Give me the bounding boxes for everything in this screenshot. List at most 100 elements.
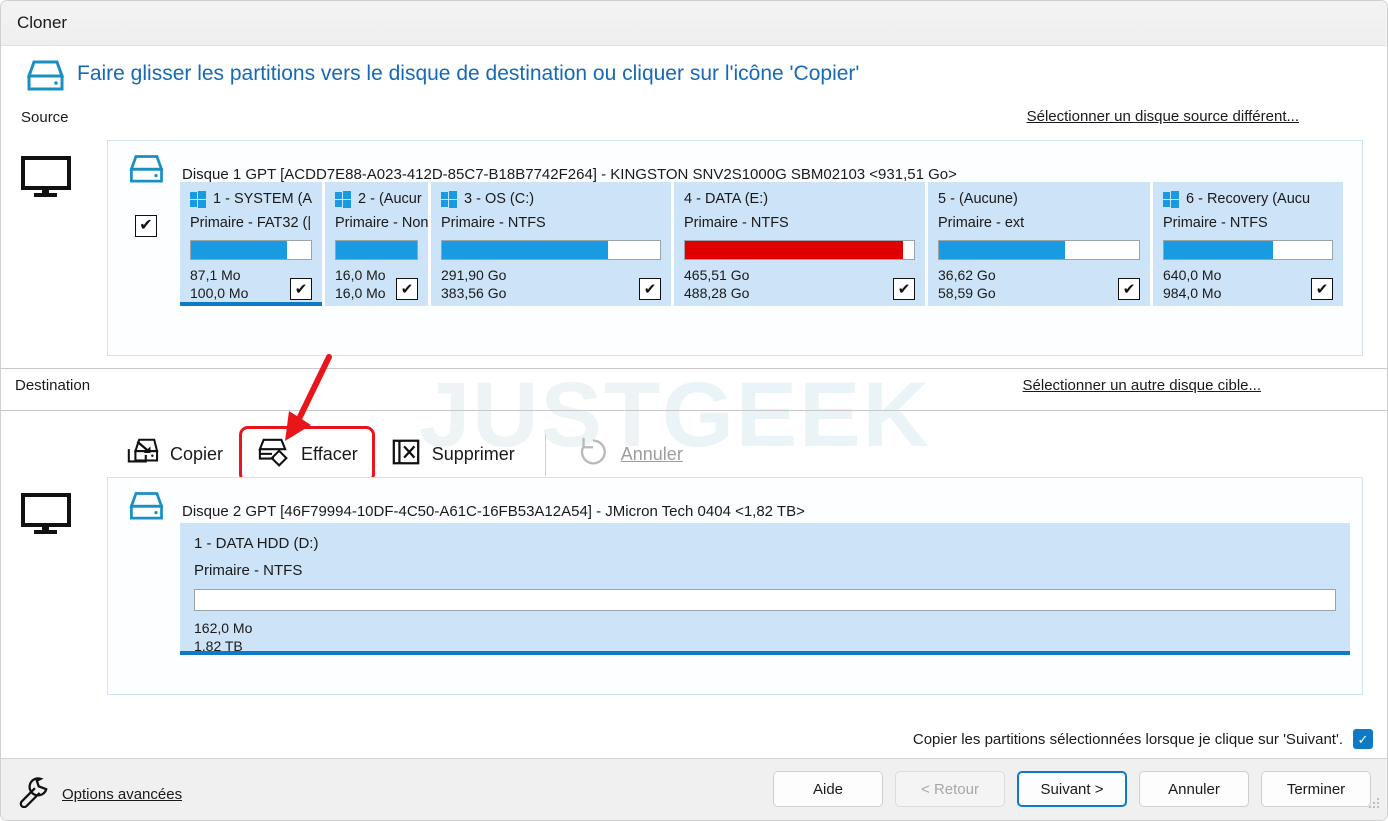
monitor-icon-source xyxy=(21,156,71,203)
resize-grip[interactable] xyxy=(1367,796,1381,815)
copy-on-next-checkbox[interactable]: ✓ xyxy=(1353,729,1373,749)
wrench-icon xyxy=(17,776,51,813)
monitor-icon-destination xyxy=(21,493,71,540)
partition-type: Primaire - FAT32 (| xyxy=(190,215,312,231)
disk-icon-destination xyxy=(124,488,168,535)
partition-type: Primaire - NTFS xyxy=(1163,215,1268,231)
footer-bar: Options avancées Aide < Retour Suivant >… xyxy=(1,758,1387,820)
source-disk-panel: Disque 1 GPT [ACDD7E88-A023-412D-85C7-B1… xyxy=(107,140,1363,356)
partition-item[interactable]: 1 - SYSTEM (A Primaire - FAT32 (| 87,1 M… xyxy=(180,182,322,306)
partition-name: 3 - OS (C:) xyxy=(464,191,535,207)
source-label: Source xyxy=(21,109,69,126)
checkmark-icon: ✔ xyxy=(294,280,308,298)
footer-button-row: Aide < Retour Suivant > Annuler Terminer xyxy=(773,771,1371,807)
partition-checkbox[interactable]: ✔ xyxy=(1311,278,1333,300)
partition-type: Primaire - NTFS xyxy=(441,215,546,231)
partition-checkbox[interactable]: ✔ xyxy=(396,278,418,300)
partition-footer: 291,90 Go 383,56 Go ✔ xyxy=(441,267,661,302)
partition-header: 5 - (Aucune) xyxy=(938,191,1140,207)
partition-footer: 87,1 Mo 100,0 Mo ✔ xyxy=(190,267,312,302)
partition-name: 6 - Recovery (Aucu xyxy=(1186,191,1311,207)
partition-checkbox[interactable]: ✔ xyxy=(290,278,312,300)
select-target-disk-link[interactable]: Sélectionner un autre disque cible... xyxy=(1023,377,1261,394)
destination-partition-used: 162,0 Mo xyxy=(194,620,253,636)
partition-header: 6 - Recovery (Aucu xyxy=(1163,191,1333,208)
partition-sizes: 87,1 Mo 100,0 Mo xyxy=(190,267,248,302)
copy-on-next-label: Copier les partitions sélectionnées lors… xyxy=(912,730,1343,748)
partition-checkbox[interactable]: ✔ xyxy=(639,278,661,300)
partition-footer: 16,0 Mo 16,0 Mo ✔ xyxy=(335,267,418,302)
partition-total: 383,56 Go xyxy=(441,284,507,301)
partition-checkbox[interactable]: ✔ xyxy=(893,278,915,300)
window-title: Cloner xyxy=(17,13,68,32)
partition-usage-bar xyxy=(190,240,312,260)
supprimer-button[interactable]: Supprimer xyxy=(375,427,531,482)
windows-logo-icon xyxy=(335,191,351,208)
destination-partition-item[interactable]: 1 - DATA HDD (D:) Primaire - NTFS 162,0 … xyxy=(180,523,1350,655)
select-source-disk-link[interactable]: Sélectionner un disque source différent.… xyxy=(1027,108,1299,125)
retour-button[interactable]: < Retour xyxy=(895,771,1005,807)
partition-header: 3 - OS (C:) xyxy=(441,191,661,208)
suivant-button[interactable]: Suivant > xyxy=(1017,771,1127,807)
terminer-button[interactable]: Terminer xyxy=(1261,771,1371,807)
toolbar-divider xyxy=(1,410,1387,411)
annuler-undo-label: Annuler xyxy=(620,444,683,464)
supprimer-label: Supprimer xyxy=(431,444,515,464)
source-disk-title: Disque 1 GPT [ACDD7E88-A023-412D-85C7-B1… xyxy=(182,166,957,183)
partition-usage-bar xyxy=(441,240,661,260)
destination-disk-panel: Disque 2 GPT [46F79994-10DF-4C50-A61C-16… xyxy=(107,477,1363,695)
checkmark-icon: ✔ xyxy=(897,280,911,298)
destination-partition-sizes: 162,0 Mo 1,82 TB xyxy=(194,619,1336,655)
partition-footer: 640,0 Mo 984,0 Mo ✔ xyxy=(1163,267,1333,302)
partition-header: 1 - SYSTEM (A xyxy=(190,191,312,208)
copier-button[interactable]: Copier xyxy=(109,426,239,483)
undo-arrow-icon xyxy=(576,435,610,474)
partition-sizes: 465,51 Go 488,28 Go xyxy=(684,267,749,302)
partition-item[interactable]: 5 - (Aucune) Primaire - ext 36,62 Go 58,… xyxy=(928,182,1150,306)
partition-used: 291,90 Go xyxy=(441,267,507,283)
advanced-options-label: Options avancées xyxy=(62,786,183,803)
aide-button[interactable]: Aide xyxy=(773,771,883,807)
partition-used: 640,0 Mo xyxy=(1163,267,1222,283)
partition-used: 465,51 Go xyxy=(684,267,750,283)
destination-partition-total: 1,82 TB xyxy=(194,638,243,655)
source-disk-checkbox[interactable]: ✔ xyxy=(135,215,157,237)
title-bar: Cloner xyxy=(1,1,1387,46)
partition-usage-bar xyxy=(335,240,418,260)
effacer-label: Effacer xyxy=(301,444,358,464)
partition-total: 488,28 Go xyxy=(684,284,750,301)
erase-disk-icon xyxy=(256,437,290,472)
annuler-undo-button[interactable]: Annuler xyxy=(560,425,699,484)
destination-usage-bar xyxy=(194,589,1336,611)
copy-disk-icon xyxy=(125,436,159,473)
partition-header: 2 - (Aucur xyxy=(335,191,422,208)
partition-toolbar: Copier Effacer Supprimer Annuler xyxy=(109,425,699,484)
cloner-window: Cloner Faire glisser les partitions vers… xyxy=(0,0,1388,821)
partition-sizes: 16,0 Mo 16,0 Mo xyxy=(335,267,386,302)
partition-usage-bar xyxy=(938,240,1140,260)
partition-type: Primaire - Non xyxy=(335,215,428,231)
partition-sizes: 640,0 Mo 984,0 Mo xyxy=(1163,267,1221,302)
partition-item[interactable]: 6 - Recovery (Aucu Primaire - NTFS 640,0… xyxy=(1153,182,1343,306)
disk-icon xyxy=(21,56,69,109)
source-partition-list: 1 - SYSTEM (A Primaire - FAT32 (| 87,1 M… xyxy=(180,182,1343,306)
partition-item[interactable]: 2 - (Aucur Primaire - Non 16,0 Mo 16,0 M… xyxy=(325,182,428,306)
annuler-button[interactable]: Annuler xyxy=(1139,771,1249,807)
partition-footer: 36,62 Go 58,59 Go ✔ xyxy=(938,267,1140,302)
partition-name: 2 - (Aucur xyxy=(358,191,422,207)
partition-item[interactable]: 4 - DATA (E:) Primaire - NTFS 465,51 Go … xyxy=(674,182,925,306)
partition-used: 87,1 Mo xyxy=(190,267,241,283)
partition-sizes: 36,62 Go 58,59 Go xyxy=(938,267,996,302)
checkmark-icon: ✔ xyxy=(1315,280,1329,298)
windows-logo-icon xyxy=(190,191,206,208)
partition-checkbox[interactable]: ✔ xyxy=(1118,278,1140,300)
delete-x-icon xyxy=(391,437,421,472)
disk-icon-source xyxy=(124,151,168,198)
partition-item[interactable]: 3 - OS (C:) Primaire - NTFS 291,90 Go 38… xyxy=(431,182,671,306)
effacer-button[interactable]: Effacer xyxy=(239,426,375,483)
advanced-options-link[interactable]: Options avancées xyxy=(17,776,182,813)
partition-total: 58,59 Go xyxy=(938,284,996,301)
watermark-part-2: GEEK xyxy=(662,364,931,466)
partition-total: 984,0 Mo xyxy=(1163,284,1222,301)
partition-type: Primaire - ext xyxy=(938,215,1025,231)
